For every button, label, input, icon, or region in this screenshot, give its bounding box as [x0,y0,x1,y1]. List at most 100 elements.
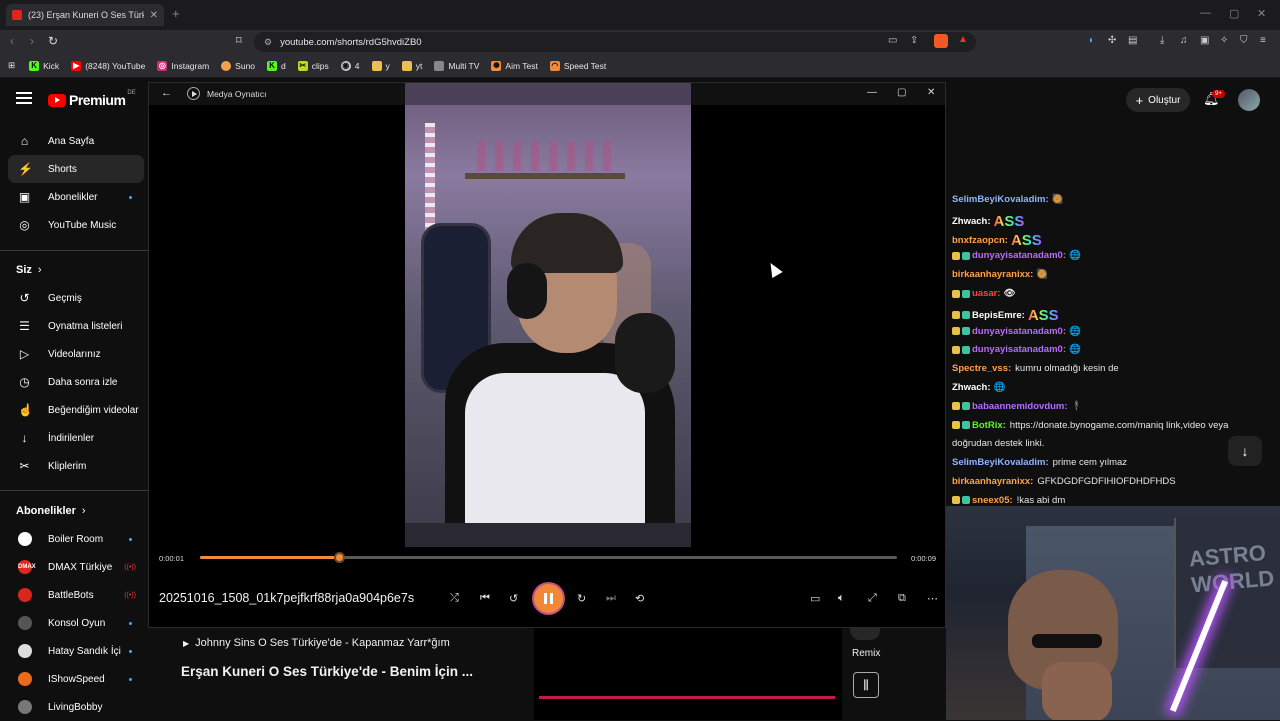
reload-icon[interactable]: ↻ [48,34,58,48]
cast-icon[interactable]: ▭ [888,35,897,46]
bookmark-item[interactable]: K Kick [29,60,59,71]
subscriptions-section-header[interactable]: Abonelikler › [16,505,86,517]
bookmark-icon[interactable]: ⌑ [236,34,242,47]
sidebar-item-watch-later[interactable]: ◷ Daha sonra izle [8,368,144,396]
leo-ai-icon[interactable]: ✧ [1220,35,1228,46]
forward-icon[interactable]: › [30,34,34,48]
player-close-button[interactable]: ✕ [927,87,935,98]
bookmark-item[interactable]: ◉ 4 [340,60,360,71]
chat-username[interactable]: SelimBeyiKovaladim: [952,194,1049,205]
chat-username[interactable]: Zhwach: [952,382,991,393]
bookmark-item[interactable]: ◎ Instagram [157,60,209,71]
next-track-icon[interactable]: ⏭ [606,592,616,605]
mini-player-icon[interactable]: ⧉ [898,592,906,605]
bookmark-item[interactable]: y [371,60,390,71]
chat-username[interactable]: Zhwach: [952,216,991,227]
short-title[interactable]: Erşan Kuneri O Ses Türkiye'de - Benim İç… [181,664,473,679]
browser-tab[interactable]: (23) Erşan Kuneri O Ses Türkiye'd... ✕ [6,4,164,26]
bookmark-item[interactable]: Suno [221,60,255,71]
chat-username[interactable]: sneex05: [972,495,1013,506]
shuffle-icon[interactable]: ⤮ [450,592,459,605]
site-info-icon[interactable]: ⚙ [264,37,272,48]
sidebar-item-youtube-music[interactable]: ◎ YouTube Music [8,211,144,239]
chat-username[interactable]: birkaanhayranixx: [952,269,1033,280]
chat-username[interactable]: uasar: [972,288,1001,299]
sound-waveform-icon[interactable]: ⫼ [853,672,879,698]
subscription-channel[interactable]: IShowSpeed [8,665,144,693]
sidebar-item-history[interactable]: ↺ Geçmiş [8,284,144,312]
menu-icon[interactable]: ≡ [1260,35,1266,46]
subscription-channel[interactable]: Hatay Sandık İçi [8,637,144,665]
bookmark-item[interactable]: yt [401,60,422,71]
fullscreen-icon[interactable]: ⤢ [868,592,877,605]
sidebar-item-clips[interactable]: ✂ Kliplerim [8,452,144,480]
close-tab-icon[interactable]: ✕ [150,10,158,21]
player-minimize-button[interactable]: — [867,87,877,98]
youtube-premium-logo[interactable]: Premium DE [48,90,136,108]
subtitles-icon[interactable]: ▭ [810,592,820,605]
chat-username[interactable]: babaannemidovdum: [972,401,1068,412]
brave-rewards-icon[interactable]: ▲ [958,34,968,45]
chat-username[interactable]: birkaanhayranixx: [952,476,1033,487]
media-player-window[interactable]: ← Medya Oynatıcı — ▢ ✕ 0:00:01 0:00:09 2… [148,82,946,628]
hamburger-menu-icon[interactable] [16,92,32,104]
scroll-down-arrow-icon[interactable]: ↓ [1228,436,1262,466]
player-maximize-button[interactable]: ▢ [897,87,906,98]
brave-shield-icon[interactable] [934,34,948,48]
chat-username[interactable]: dunyayisatanadam0: [972,344,1066,355]
remix-label[interactable]: Remix [852,648,880,659]
subscription-channel[interactable]: Boiler Room [8,525,144,553]
sidebar-item-home[interactable]: ⌂ Ana Sayfa [8,127,144,155]
seek-bar[interactable] [200,552,897,563]
chat-username[interactable]: BotRix: [972,420,1006,431]
bookmark-item[interactable]: ✂ clips [297,60,329,71]
sidebar-panel-icon[interactable]: ▤ [1128,35,1137,46]
sidebar-item-subscriptions[interactable]: ▣ Abonelikler [8,183,144,211]
sidebar-item-playlists[interactable]: ☰ Oynatma listeleri [8,312,144,340]
music-note-icon[interactable]: ♫ [1180,35,1188,46]
new-tab-button[interactable]: + [172,6,180,21]
vpn-icon[interactable]: ⛉ [1240,35,1248,46]
extensions-icon[interactable]: ✣ [1108,35,1116,46]
sidebar-item-shorts[interactable]: ⚡ Shorts [8,155,144,183]
related-short-title[interactable]: ▶ Johnny Sins O Ses Türkiye'de - Kapanmaz… [183,637,450,649]
downloads-icon[interactable]: ⤓ [1160,35,1164,46]
address-bar[interactable]: ⚙ youtube.com/shorts/rdG5hvdiZB0 [254,32,976,52]
more-options-icon[interactable]: ⋯ [927,592,938,605]
chat-username[interactable]: BepisEmre: [972,310,1025,321]
bookmark-item[interactable]: Multi TV [434,60,479,71]
create-button[interactable]: + Oluştur [1126,88,1190,112]
back-icon[interactable]: ‹ [10,34,14,48]
bookmark-item[interactable]: Kd [267,60,286,71]
chat-username[interactable]: bnxfzaopcn: [952,235,1008,246]
sidebar-item-your-videos[interactable]: ▷ Videolarınız [8,340,144,368]
subscription-channel[interactable]: BattleBots ((•)) [8,581,144,609]
profile-avatar[interactable] [1238,89,1260,111]
you-section-header[interactable]: Siz › [16,264,42,276]
forward-30-icon[interactable]: ↻ [577,592,586,605]
bookmark-item[interactable]: ◠ Speed Test [549,60,606,71]
apps-grid-icon[interactable]: ⊞ [8,60,15,71]
back-arrow-icon[interactable]: ← [161,87,172,99]
wallet-icon[interactable]: ▣ [1200,35,1209,46]
previous-track-icon[interactable]: ⏮ [480,592,490,605]
maximize-window-button[interactable]: ▢ [1229,7,1239,20]
volume-icon[interactable]: 🔈︎ [838,592,845,605]
subscription-channel[interactable]: LivingBobby [8,693,144,721]
video-frame[interactable] [405,83,691,547]
close-window-button[interactable]: ✕ [1257,7,1266,20]
chat-username[interactable]: Spectre_vss: [952,363,1011,374]
pause-button[interactable] [534,584,563,613]
sidebar-item-liked-videos[interactable]: ☝ Beğendiğim videolar [8,396,144,424]
sidebar-item-downloads[interactable]: ↓ İndirilenler [8,424,144,452]
seek-bar-thumb[interactable] [334,552,346,563]
bookmark-item[interactable]: ▶ (8248) YouTube [71,60,145,71]
chat-username[interactable]: SelimBeyiKovaladim: [952,457,1049,468]
share-icon[interactable]: ⇪ [910,35,918,46]
bookmark-item[interactable]: ✺ Aim Test [491,60,538,71]
chat-username[interactable]: dunyayisatanadam0: [972,326,1066,337]
repeat-off-icon[interactable]: ⟲ [635,592,644,605]
minimize-window-button[interactable]: — [1200,7,1211,19]
rewind-10-icon[interactable]: ↺ [509,592,518,605]
shorts-player-behind[interactable] [534,628,842,720]
